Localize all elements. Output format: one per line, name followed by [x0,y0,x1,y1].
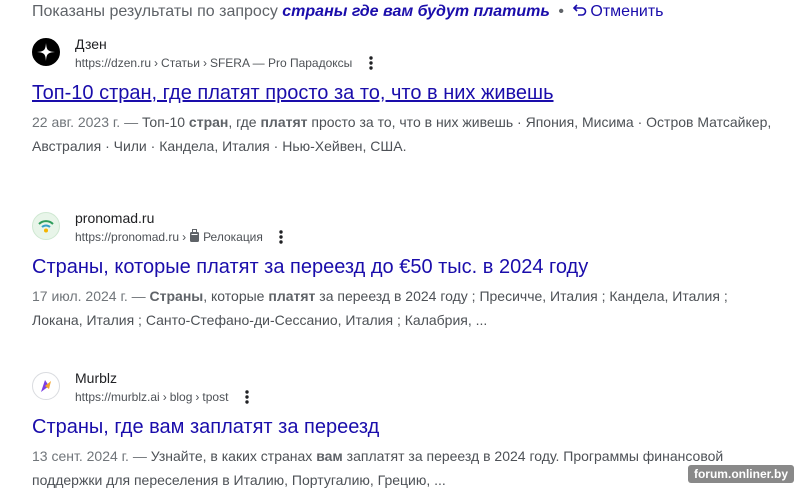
result-source[interactable]: Дзен https://dzen.ru › Статьи › SFERA — Pro … [32,34,772,74]
site-name: pronomad.ru [75,210,155,226]
url-path: SFERA — Pro Парадоксы [209,56,353,70]
snippet-text: , которые [203,288,265,304]
url-base: https://murblz.ai [75,390,160,404]
more-options-icon[interactable] [364,54,378,72]
luggage-icon [190,229,200,242]
result-title-link[interactable]: Страны, где вам заплатят за переезд [32,414,772,440]
result-date: 13 сент. 2024 г. — [32,448,147,464]
url-path: tpost [202,390,229,404]
undo-correction-link[interactable]: Отменить [572,3,664,20]
snippet-highlight: Страны [149,288,204,304]
snippet-text: , где [228,114,257,130]
result-snippet: 17 июл. 2024 г. — Страны, которые платят… [32,284,772,332]
result-snippet: 22 авг. 2023 г. — Топ-10 стран, где плат… [32,110,772,158]
url-path: Статьи [161,56,200,70]
url-path: Релокация [203,230,263,244]
corrected-query-link[interactable]: страны где вам будут платить [282,3,550,20]
site-name: Дзен [75,36,107,52]
result-source[interactable]: Murblz https://murblz.ai › blog › tpost [32,368,772,408]
url-base: https://dzen.ru [75,56,152,70]
snippet-text: Топ-10 [141,114,186,130]
site-url: https://murblz.ai › blog › tpost [75,388,254,406]
undo-icon [573,4,587,16]
snippet-highlight: платят [260,114,308,130]
result-title-link[interactable]: Страны, которые платят за переезд до €50… [32,254,772,280]
murblz-logo-icon [32,372,60,400]
result-snippet: 13 сент. 2024 г. — Узнайте, в каких стра… [32,444,772,492]
site-url: https://pronomad.ru › Релокация [75,228,288,246]
result-date: 17 июл. 2024 г. — [32,288,146,304]
snippet-highlight: стран [188,114,229,130]
watermark: forum.onliner.by [687,465,794,483]
result-title-link[interactable]: Топ-10 стран, где платят просто за то, ч… [32,80,772,106]
dzen-star-icon [32,38,60,66]
url-path: blog [169,390,193,404]
undo-label: Отменить [590,3,664,20]
correction-separator: • [558,3,564,20]
correction-prefix: Показаны результаты по запросу [32,3,278,20]
snippet-highlight: платят [268,288,316,304]
more-options-icon[interactable] [240,388,254,406]
result-source[interactable]: pronomad.ru https://pronomad.ru › Релокац… [32,208,772,248]
spelling-correction: Показаны результаты по запросу страны гд… [32,2,664,22]
search-result: pronomad.ru https://pronomad.ru › Релокац… [32,208,772,332]
url-base: https://pronomad.ru [75,230,180,244]
snippet-text: Узнайте, в каких странах [150,448,313,464]
result-date: 22 авг. 2023 г. — [32,114,139,130]
site-url: https://dzen.ru › Статьи › SFERA — Pro Парад… [75,54,378,72]
more-options-icon[interactable] [274,228,288,246]
site-name: Murblz [75,370,118,386]
snippet-highlight: вам [316,448,343,464]
search-result: Murblz https://murblz.ai › blog › tpost Стра… [32,368,772,492]
search-result: Дзен https://dzen.ru › Статьи › SFERA — Pro … [32,34,772,158]
wifi-globe-icon [32,212,60,240]
